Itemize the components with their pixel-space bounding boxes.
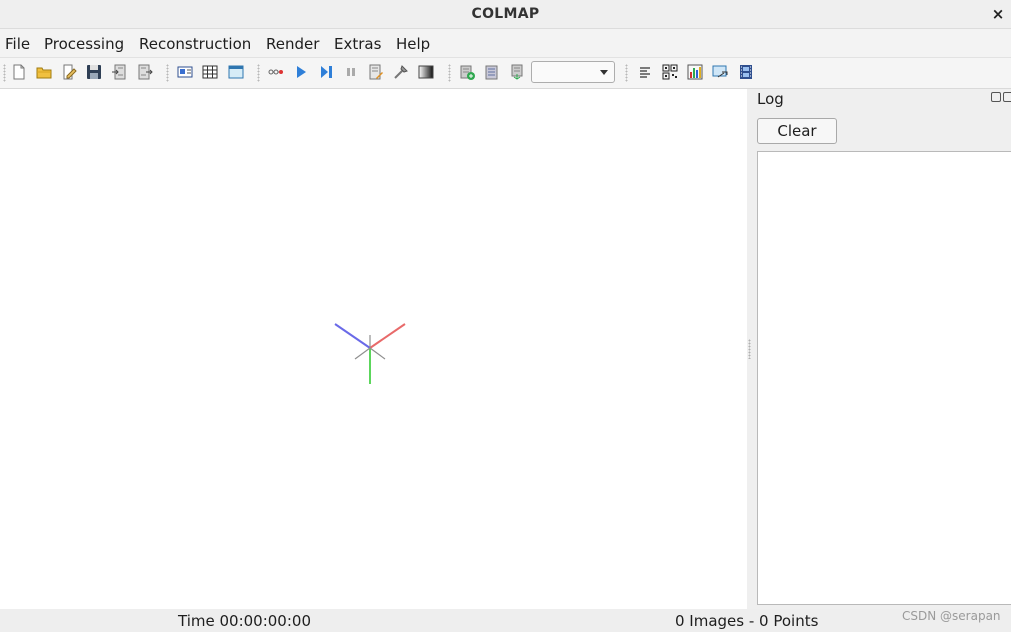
step-reconstruction-icon[interactable] (318, 64, 334, 80)
status-image-point-count: 0 Images - 0 Points (675, 612, 819, 630)
automatic-reconstruction-icon[interactable] (268, 64, 284, 80)
grab-movie-icon[interactable] (738, 64, 754, 80)
toolbar-grip[interactable] (625, 64, 628, 82)
menu-reconstruction[interactable]: Reconstruction (139, 35, 251, 53)
add-reconstruction-icon[interactable] (459, 64, 475, 80)
log-panel-title: Log (757, 90, 784, 108)
status-bar: Time 00:00:00:00 0 Images - 0 Points CSD… (0, 609, 1011, 632)
render-options-icon[interactable] (712, 64, 728, 80)
axis-neg-z-line (369, 347, 386, 360)
axis-x-line (369, 323, 406, 349)
pause-reconstruction-icon[interactable] (343, 64, 359, 80)
reconstruction-select[interactable] (531, 61, 615, 83)
splitter-grip[interactable] (748, 339, 751, 359)
coordinate-axes (334, 323, 406, 384)
menu-render[interactable]: Render (266, 35, 319, 53)
toolbar-grip[interactable] (448, 64, 451, 82)
toolbar-grip[interactable] (166, 64, 169, 82)
save-project-icon[interactable] (86, 64, 102, 80)
float-panel-icon[interactable] (991, 92, 1001, 102)
window-titlebar: COLMAP × (0, 0, 1011, 29)
close-window-button[interactable]: × (991, 5, 1005, 23)
new-project-icon[interactable] (11, 64, 27, 80)
main-toolbar (0, 58, 1011, 89)
edit-project-icon[interactable] (61, 64, 77, 80)
window-title: COLMAP (471, 6, 540, 22)
axis-neg-x-line (354, 347, 371, 360)
menu-extras[interactable]: Extras (334, 35, 381, 53)
log-dock-panel: Log Clear (753, 89, 1011, 609)
database-management-icon[interactable] (228, 64, 244, 80)
feature-matching-icon[interactable] (202, 64, 218, 80)
menu-file[interactable]: File (5, 35, 30, 53)
toolbar-grip[interactable] (3, 64, 6, 82)
clear-log-button[interactable]: Clear (757, 118, 837, 144)
match-matrix-icon[interactable] (662, 64, 678, 80)
close-panel-icon[interactable] (1003, 92, 1011, 102)
chevron-down-icon (600, 70, 608, 75)
menu-help[interactable]: Help (396, 35, 430, 53)
start-reconstruction-icon[interactable] (293, 64, 309, 80)
export-reconstruction-icon[interactable] (509, 64, 525, 80)
status-time: Time 00:00:00:00 (178, 612, 311, 630)
feature-extraction-icon[interactable] (177, 64, 193, 80)
reconstruction-options-icon[interactable] (368, 64, 384, 80)
3d-model-viewer[interactable] (0, 89, 747, 609)
reconstruction-stats-icon[interactable] (637, 64, 653, 80)
statistics-chart-icon[interactable] (687, 64, 703, 80)
dense-reconstruction-icon[interactable] (418, 64, 434, 80)
menu-processing[interactable]: Processing (44, 35, 124, 53)
menu-bar: File Processing Reconstruction Render Ex… (0, 29, 1011, 58)
toolbar-grip[interactable] (257, 64, 260, 82)
axis-z-line (334, 323, 371, 349)
export-model-icon[interactable] (137, 64, 153, 80)
watermark: CSDN @serapan (902, 609, 1001, 623)
bundle-adjustment-icon[interactable] (393, 64, 409, 80)
open-project-icon[interactable] (36, 64, 52, 80)
import-model-icon[interactable] (111, 64, 127, 80)
reset-reconstruction-icon[interactable] (484, 64, 500, 80)
log-text-area[interactable] (757, 151, 1011, 605)
